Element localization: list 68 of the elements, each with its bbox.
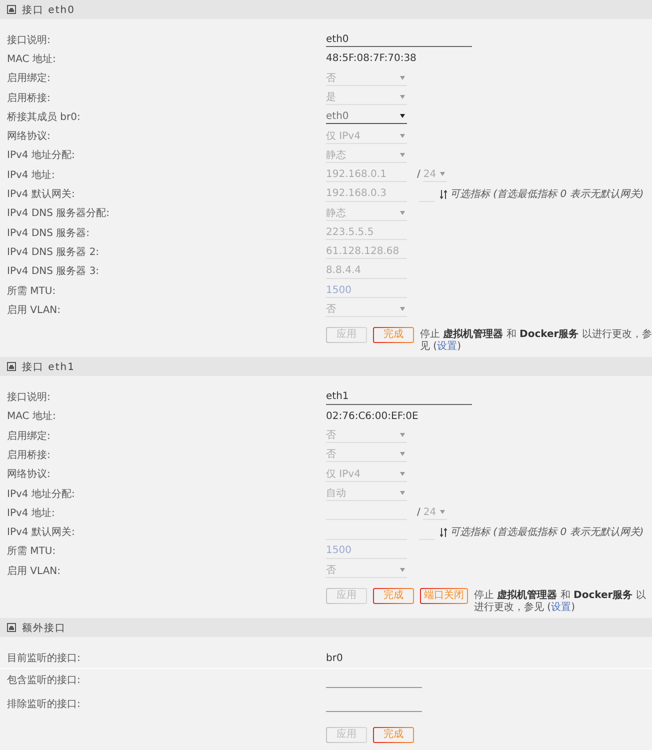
field-label: 启用桥接:: [7, 448, 52, 462]
field-label: 启用 VLAN:: [7, 564, 62, 578]
field-label: 桥接其成员 br0:: [7, 110, 82, 124]
sort-icon: [440, 528, 447, 537]
field-label: IPv4 DNS 服务器 3:: [7, 265, 100, 278]
field-label: IPv4 地址:: [7, 168, 56, 182]
field-label: IPv4 DNS 服务器:: [7, 226, 91, 240]
text-field[interactable]: eth1: [326, 390, 472, 405]
field-label: 网络协议:: [7, 468, 52, 482]
metric-hint: 可选指标 (首选最低指标 0 表示无默认网关): [450, 526, 645, 538]
field-label: IPv4 DNS 服务器分配:: [7, 207, 111, 220]
caret-icon: [400, 452, 405, 456]
ethernet-port-icon: [7, 362, 16, 372]
field-label: MAC 地址:: [7, 410, 57, 424]
field-label: IPv4 默认网关:: [7, 188, 76, 202]
field-label: 接口说明:: [7, 34, 52, 47]
field-label: 启用桥接:: [7, 92, 52, 105]
caret-icon: [400, 95, 405, 100]
caret-icon: [400, 491, 405, 496]
field-label: 所需 MTU:: [7, 284, 57, 298]
section-title: 接口 eth0: [22, 4, 75, 16]
field-value: 48:5F:08:7F:70:38: [326, 53, 416, 64]
caret-icon: [400, 433, 405, 438]
caret-icon: [400, 210, 405, 215]
caret-icon: [400, 472, 405, 476]
section-title: 额外接口: [22, 622, 66, 635]
field-label: 网络协议:: [7, 130, 52, 144]
field-label: IPv4 地址:: [7, 506, 56, 520]
action-button[interactable]: 完成: [373, 588, 414, 604]
section-title: 接口 eth1: [22, 360, 75, 374]
field-label: IPv4 DNS 服务器 2:: [7, 246, 100, 259]
ethernet-port-icon: [7, 5, 16, 14]
field-value: 02:76:C6:00:EF:0E: [326, 410, 418, 422]
caret-icon: [440, 510, 446, 514]
ethernet-port-icon: [7, 623, 16, 632]
field-label: 接口说明:: [7, 390, 52, 404]
field-label: 目前监听的接口:: [7, 652, 82, 666]
caret-icon: [400, 76, 405, 80]
field-label: IPv4 地址分配:: [7, 148, 76, 162]
field-label: IPv4 默认网关:: [7, 526, 76, 540]
dropdown[interactable]: eth0: [326, 109, 407, 124]
field-label: 排除监听的接口:: [7, 698, 82, 712]
prefix-separator: /: [417, 169, 420, 180]
field-label: 所需 MTU:: [7, 544, 57, 558]
prefix-separator: /: [417, 507, 420, 518]
field-label: IPv4 地址分配:: [7, 488, 76, 501]
text-field[interactable]: eth0: [326, 32, 472, 48]
field-label: 启用 VLAN:: [7, 304, 62, 317]
settings-link[interactable]: 设置: [437, 341, 458, 352]
caret-icon: [400, 568, 405, 572]
caret-icon: [400, 307, 405, 312]
field-label: 包含监听的接口:: [7, 674, 82, 688]
field-value: br0: [326, 652, 343, 664]
settings-link[interactable]: 设置: [551, 602, 572, 614]
action-button[interactable]: 完成: [373, 726, 414, 743]
caret-icon: [400, 114, 405, 118]
restart-note: 停止 虚拟机管理器 和 Docker服务 以进行更改，参见 (设置): [474, 588, 647, 614]
caret-icon: [400, 134, 405, 138]
action-button[interactable]: 完成: [373, 327, 414, 344]
metric-hint: 可选指标 (首选最低指标 0 表示无默认网关): [450, 188, 645, 200]
field-label: 启用绑定:: [7, 72, 52, 86]
field-label: 启用绑定:: [7, 430, 52, 443]
sort-icon: [440, 190, 447, 199]
action-button[interactable]: 端口关闭: [420, 588, 468, 604]
caret-icon: [400, 152, 405, 157]
field-label: MAC 地址:: [7, 52, 57, 66]
restart-note: 停止 虚拟机管理器 和 Docker服务 以进行更改，参见 (设置): [420, 328, 652, 354]
caret-icon: [440, 172, 446, 176]
